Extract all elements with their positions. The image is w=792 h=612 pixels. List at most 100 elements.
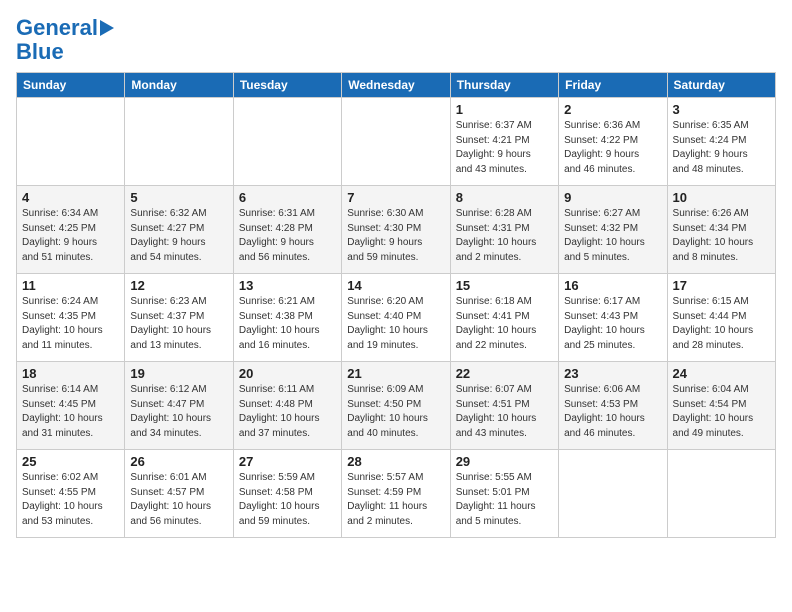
day-number: 4: [22, 190, 119, 205]
day-number: 25: [22, 454, 119, 469]
calendar-day-cell: 13 Sunrise: 6:21 AM Sunset: 4:38 PM Dayli…: [233, 274, 341, 362]
day-info: Sunrise: 6:31 AM Sunset: 4:28 PM Dayligh…: [239, 207, 336, 265]
day-info: Sunrise: 6:02 AM Sunset: 4:55 PM Dayligh…: [22, 471, 119, 529]
day-number: 26: [130, 454, 227, 469]
day-number: 13: [239, 278, 336, 293]
day-info: Sunrise: 6:21 AM Sunset: 4:38 PM Dayligh…: [239, 295, 336, 353]
calendar-day-cell: 5 Sunrise: 6:32 AM Sunset: 4:27 PM Daylig…: [125, 186, 233, 274]
calendar-day-cell: 9 Sunrise: 6:27 AM Sunset: 4:32 PM Daylig…: [559, 186, 667, 274]
calendar-week-row: 1 Sunrise: 6:37 AM Sunset: 4:21 PM Daylig…: [17, 98, 776, 186]
calendar-week-row: 25 Sunrise: 6:02 AM Sunset: 4:55 PM Dayli…: [17, 450, 776, 538]
day-number: 24: [673, 366, 770, 381]
calendar-day-cell: 11 Sunrise: 6:24 AM Sunset: 4:35 PM Dayli…: [17, 274, 125, 362]
day-info: Sunrise: 6:20 AM Sunset: 4:40 PM Dayligh…: [347, 295, 444, 353]
day-number: 1: [456, 102, 553, 117]
day-number: 16: [564, 278, 661, 293]
day-number: 3: [673, 102, 770, 117]
calendar-body: 1 Sunrise: 6:37 AM Sunset: 4:21 PM Daylig…: [17, 98, 776, 538]
day-info: Sunrise: 6:35 AM Sunset: 4:24 PM Dayligh…: [673, 119, 770, 177]
calendar-day-cell: 26 Sunrise: 6:01 AM Sunset: 4:57 PM Dayli…: [125, 450, 233, 538]
day-info: Sunrise: 6:01 AM Sunset: 4:57 PM Dayligh…: [130, 471, 227, 529]
calendar-day-cell: 1 Sunrise: 6:37 AM Sunset: 4:21 PM Daylig…: [450, 98, 558, 186]
weekday-header-cell: Monday: [125, 73, 233, 98]
weekday-header-cell: Thursday: [450, 73, 558, 98]
calendar-day-cell: [342, 98, 450, 186]
calendar-day-cell: 23Sunrise: 6:06 AM Sunset: 4:53 PM Dayli…: [559, 362, 667, 450]
calendar-day-cell: 15Sunrise: 6:18 AM Sunset: 4:41 PM Dayli…: [450, 274, 558, 362]
day-info: Sunrise: 6:17 AM Sunset: 4:43 PM Dayligh…: [564, 295, 661, 353]
day-info: Sunrise: 6:37 AM Sunset: 4:21 PM Dayligh…: [456, 119, 553, 177]
logo-text: General: [16, 16, 98, 40]
day-info: Sunrise: 6:18 AM Sunset: 4:41 PM Dayligh…: [456, 295, 553, 353]
day-info: Sunrise: 6:32 AM Sunset: 4:27 PM Dayligh…: [130, 207, 227, 265]
day-number: 19: [130, 366, 227, 381]
day-info: Sunrise: 6:11 AM Sunset: 4:48 PM Dayligh…: [239, 383, 336, 441]
calendar-day-cell: 27 Sunrise: 5:59 AM Sunset: 4:58 PM Dayli…: [233, 450, 341, 538]
day-info: Sunrise: 6:12 AM Sunset: 4:47 PM Dayligh…: [130, 383, 227, 441]
day-number: 21: [347, 366, 444, 381]
day-info: Sunrise: 6:30 AM Sunset: 4:30 PM Dayligh…: [347, 207, 444, 265]
day-info: Sunrise: 6:28 AM Sunset: 4:31 PM Dayligh…: [456, 207, 553, 265]
calendar-day-cell: 3 Sunrise: 6:35 AM Sunset: 4:24 PM Daylig…: [667, 98, 775, 186]
calendar-day-cell: 19 Sunrise: 6:12 AM Sunset: 4:47 PM Dayli…: [125, 362, 233, 450]
weekday-header-cell: Tuesday: [233, 73, 341, 98]
calendar-day-cell: 2 Sunrise: 6:36 AM Sunset: 4:22 PM Daylig…: [559, 98, 667, 186]
calendar-day-cell: 25 Sunrise: 6:02 AM Sunset: 4:55 PM Dayli…: [17, 450, 125, 538]
calendar-day-cell: 28Sunrise: 5:57 AM Sunset: 4:59 PM Dayli…: [342, 450, 450, 538]
day-info: Sunrise: 6:27 AM Sunset: 4:32 PM Dayligh…: [564, 207, 661, 265]
day-number: 28: [347, 454, 444, 469]
page-header: General Blue: [16, 16, 776, 64]
day-number: 27: [239, 454, 336, 469]
day-info: Sunrise: 6:36 AM Sunset: 4:22 PM Dayligh…: [564, 119, 661, 177]
day-number: 18: [22, 366, 119, 381]
day-number: 11: [22, 278, 119, 293]
calendar-day-cell: 18 Sunrise: 6:14 AM Sunset: 4:45 PM Dayli…: [17, 362, 125, 450]
day-number: 22: [456, 366, 553, 381]
calendar-day-cell: [559, 450, 667, 538]
day-info: Sunrise: 6:06 AM Sunset: 4:53 PM Dayligh…: [564, 383, 661, 441]
calendar-week-row: 4 Sunrise: 6:34 AM Sunset: 4:25 PM Daylig…: [17, 186, 776, 274]
calendar-day-cell: 7 Sunrise: 6:30 AM Sunset: 4:30 PM Daylig…: [342, 186, 450, 274]
day-number: 7: [347, 190, 444, 205]
day-info: Sunrise: 6:14 AM Sunset: 4:45 PM Dayligh…: [22, 383, 119, 441]
day-info: Sunrise: 6:07 AM Sunset: 4:51 PM Dayligh…: [456, 383, 553, 441]
day-number: 2: [564, 102, 661, 117]
calendar-day-cell: 14 Sunrise: 6:20 AM Sunset: 4:40 PM Dayli…: [342, 274, 450, 362]
day-info: Sunrise: 6:24 AM Sunset: 4:35 PM Dayligh…: [22, 295, 119, 353]
calendar-day-cell: 24 Sunrise: 6:04 AM Sunset: 4:54 PM Dayli…: [667, 362, 775, 450]
day-number: 6: [239, 190, 336, 205]
calendar-day-cell: [233, 98, 341, 186]
weekday-header-cell: Saturday: [667, 73, 775, 98]
day-number: 5: [130, 190, 227, 205]
day-info: Sunrise: 6:04 AM Sunset: 4:54 PM Dayligh…: [673, 383, 770, 441]
calendar-table: SundayMondayTuesdayWednesdayThursdayFrid…: [16, 72, 776, 538]
weekday-header-cell: Sunday: [17, 73, 125, 98]
calendar-week-row: 11 Sunrise: 6:24 AM Sunset: 4:35 PM Dayli…: [17, 274, 776, 362]
day-number: 8: [456, 190, 553, 205]
weekday-header-cell: Friday: [559, 73, 667, 98]
day-info: Sunrise: 6:23 AM Sunset: 4:37 PM Dayligh…: [130, 295, 227, 353]
day-info: Sunrise: 5:59 AM Sunset: 4:58 PM Dayligh…: [239, 471, 336, 529]
calendar-day-cell: 20 Sunrise: 6:11 AM Sunset: 4:48 PM Dayli…: [233, 362, 341, 450]
day-number: 14: [347, 278, 444, 293]
day-info: Sunrise: 6:15 AM Sunset: 4:44 PM Dayligh…: [673, 295, 770, 353]
calendar-day-cell: 6 Sunrise: 6:31 AM Sunset: 4:28 PM Daylig…: [233, 186, 341, 274]
day-number: 29: [456, 454, 553, 469]
calendar-day-cell: 8 Sunrise: 6:28 AM Sunset: 4:31 PM Daylig…: [450, 186, 558, 274]
calendar-day-cell: 10Sunrise: 6:26 AM Sunset: 4:34 PM Dayli…: [667, 186, 775, 274]
calendar-day-cell: 16 Sunrise: 6:17 AM Sunset: 4:43 PM Dayli…: [559, 274, 667, 362]
calendar-day-cell: 29 Sunrise: 5:55 AM Sunset: 5:01 PM Dayli…: [450, 450, 558, 538]
day-info: Sunrise: 6:34 AM Sunset: 4:25 PM Dayligh…: [22, 207, 119, 265]
day-number: 9: [564, 190, 661, 205]
day-number: 20: [239, 366, 336, 381]
calendar-day-cell: [17, 98, 125, 186]
calendar-day-cell: 17Sunrise: 6:15 AM Sunset: 4:44 PM Dayli…: [667, 274, 775, 362]
calendar-week-row: 18 Sunrise: 6:14 AM Sunset: 4:45 PM Dayli…: [17, 362, 776, 450]
calendar-day-cell: 12 Sunrise: 6:23 AM Sunset: 4:37 PM Dayli…: [125, 274, 233, 362]
day-number: 12: [130, 278, 227, 293]
calendar-day-cell: 21 Sunrise: 6:09 AM Sunset: 4:50 PM Dayli…: [342, 362, 450, 450]
weekday-header-cell: Wednesday: [342, 73, 450, 98]
logo: General Blue: [16, 16, 114, 64]
day-info: Sunrise: 5:55 AM Sunset: 5:01 PM Dayligh…: [456, 471, 553, 529]
day-info: Sunrise: 6:09 AM Sunset: 4:50 PM Dayligh…: [347, 383, 444, 441]
